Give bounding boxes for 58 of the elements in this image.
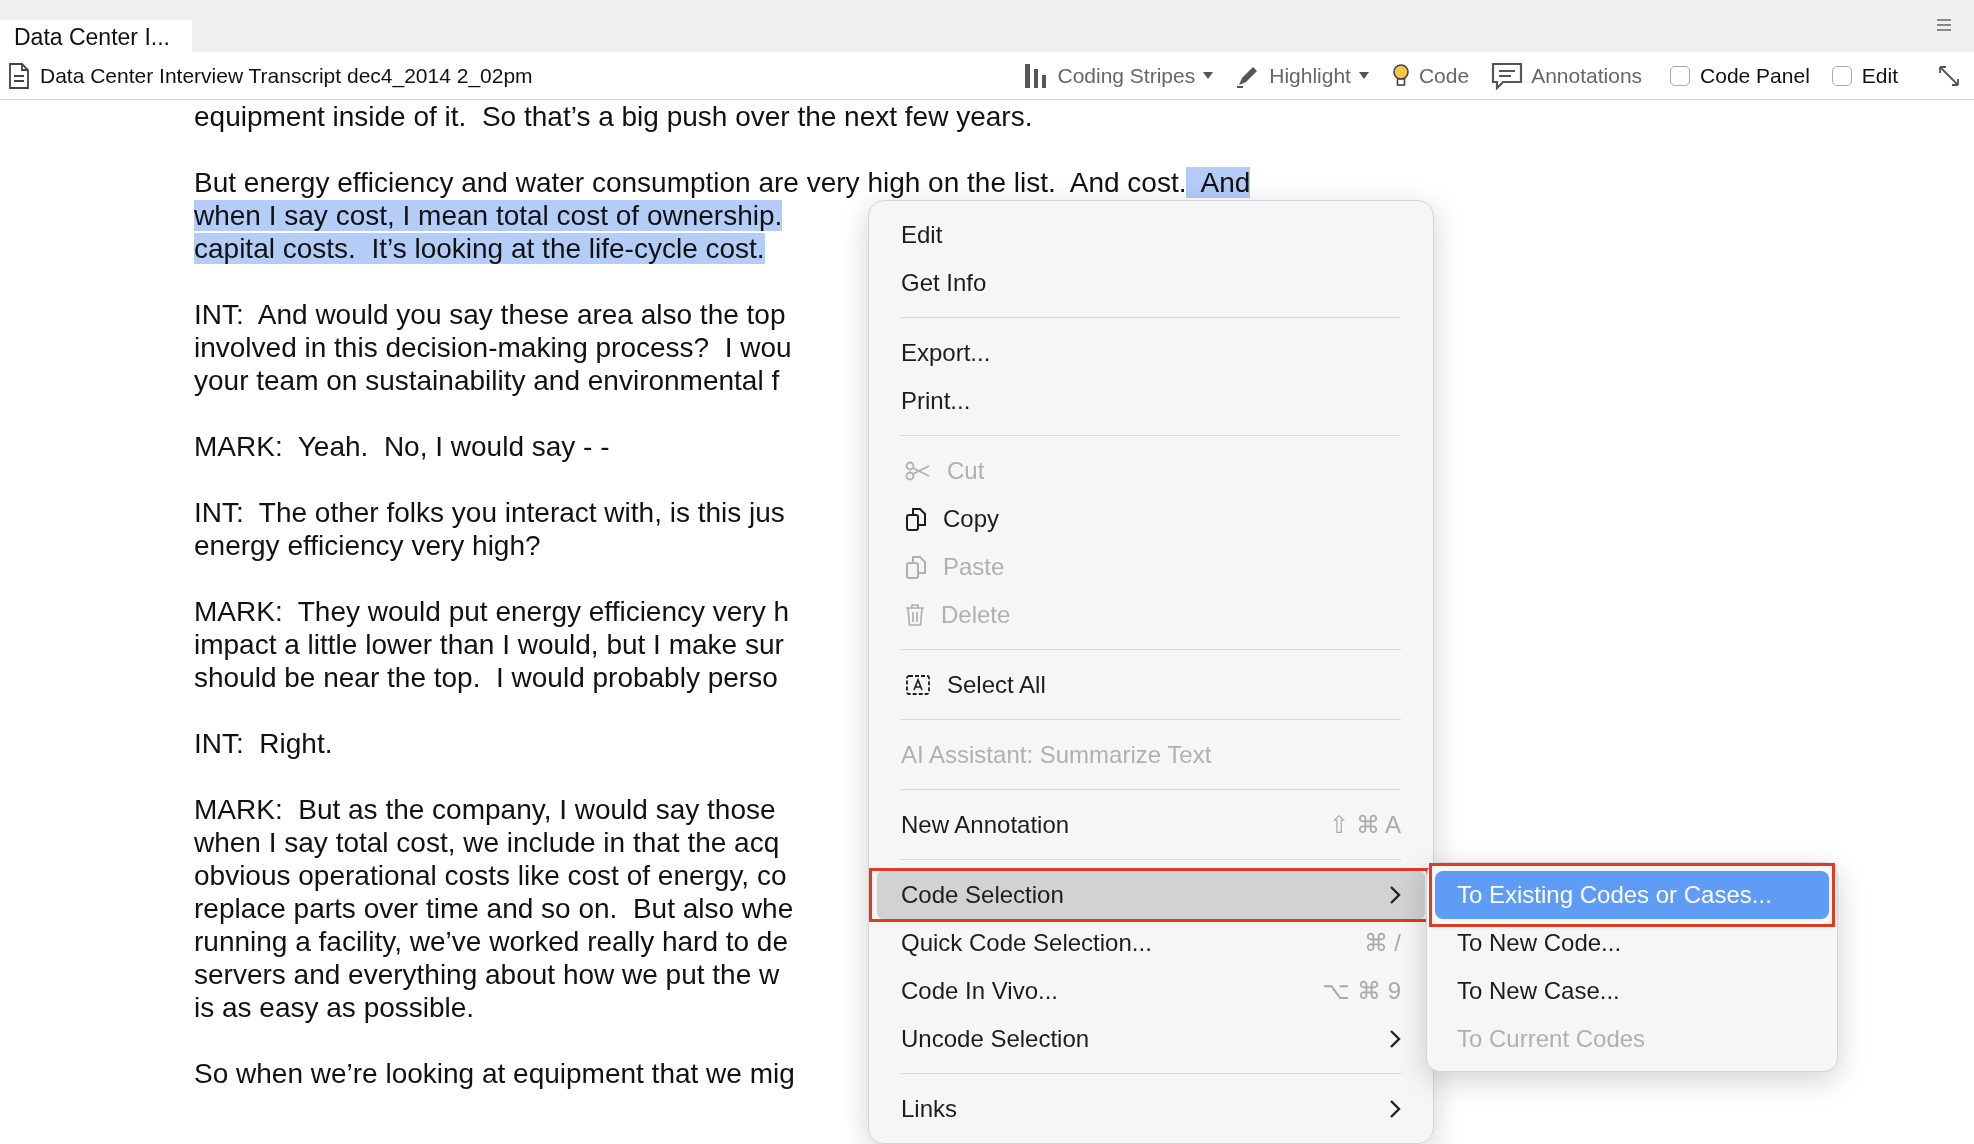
transcript-text: INT: Right. xyxy=(194,728,333,759)
transcript-text: is as easy as possible. xyxy=(194,992,475,1023)
transcript-text: should be near the top. I would probably perso xyxy=(194,662,778,693)
transcript-text: But energy efficiency and water consumption are very high on the list. And cost. xyxy=(194,167,1187,198)
menu-item[interactable]: Get Info xyxy=(877,259,1425,307)
transcript-text: INT: The other folks you interact with, is this jus xyxy=(194,497,785,528)
highlighted-text: when I say cost, I mean total cost of ownership. xyxy=(194,200,783,231)
menu-item[interactable]: Edit xyxy=(877,211,1425,259)
shortcut-text: ⌥ ⌘ 9 xyxy=(1322,977,1401,1005)
select-all-icon xyxy=(905,674,931,696)
transcript-text: MARK: But as the company, I would say those xyxy=(194,794,776,825)
transcript-text: your team on sustainability and environmental f xyxy=(194,365,780,396)
transcript-text: obvious operational costs like cost of energy, co xyxy=(194,860,787,891)
menu-item[interactable]: Export... xyxy=(877,329,1425,377)
toolbar-button[interactable]: Code xyxy=(1384,62,1476,89)
menu-item[interactable]: To New Code... xyxy=(1435,919,1829,967)
transcript-text: running a facility, we’ve worked really hard to de xyxy=(194,926,788,957)
toolbar-button[interactable]: Highlight xyxy=(1229,62,1375,89)
menu-item[interactable]: New Annotation ⇧ ⌘ A xyxy=(877,801,1425,849)
document-title: Data Center Interview Transcript dec4_2014 2_02pm xyxy=(40,63,533,88)
menu-item[interactable]: Select All xyxy=(877,661,1425,709)
shortcut-text: ⇧ ⌘ A xyxy=(1328,811,1401,839)
document-tab[interactable]: Data Center I... xyxy=(0,20,192,52)
expand-icon[interactable] xyxy=(1938,64,1960,87)
menu-item[interactable]: Links xyxy=(877,1085,1425,1133)
menu-item[interactable]: To New Case... xyxy=(1435,967,1829,1015)
transcript-text: servers and everything about how we put the w xyxy=(194,959,780,990)
transcript-text: when I say total cost, we include in that the acq xyxy=(194,827,780,858)
checkbox[interactable]: Code Panel xyxy=(1670,63,1810,88)
shortcut-text: ⌘ / xyxy=(1363,929,1401,957)
toolbar-button[interactable]: Annotations xyxy=(1485,61,1649,90)
trash-icon xyxy=(905,603,925,627)
toolbar-button[interactable]: Coding Stripes xyxy=(1017,61,1220,90)
document-icon xyxy=(8,61,30,90)
comment-icon xyxy=(1491,61,1524,90)
highlighted-text: And xyxy=(1186,167,1251,198)
scissors-icon xyxy=(905,461,931,481)
transcript-text: equipment inside of it. So that’s a big push over the next few years. xyxy=(194,101,1033,132)
checkbox[interactable]: Edit xyxy=(1831,63,1898,88)
transcript-text: MARK: Yeah. No, I would say - - xyxy=(194,431,610,462)
menu-icon[interactable] xyxy=(1936,18,1952,32)
menu-item[interactable]: Code In Vivo... ⌥ ⌘ 9 xyxy=(877,967,1425,1015)
menu-item[interactable]: Uncode Selection xyxy=(877,1015,1425,1063)
transcript-text: impact a little lower than I would, but I make sur xyxy=(194,629,784,660)
transcript-text: MARK: They would put energy efficiency very h xyxy=(194,596,790,627)
copy-icon xyxy=(905,554,927,580)
lightbulb-icon xyxy=(1390,62,1411,89)
transcript-text: involved in this decision-making process? I wou xyxy=(194,332,792,363)
highlighted-text: capital costs. It’s looking at the life-cycle cost. xyxy=(194,233,765,264)
copy-icon xyxy=(905,506,927,532)
transcript-text: So when we’re looking at equipment that we mig xyxy=(194,1058,795,1089)
menu-item[interactable]: Print... xyxy=(877,377,1425,425)
menu-item[interactable]: Code Selection xyxy=(877,871,1425,919)
menu-item[interactable]: Quick Code Selection... ⌘ / xyxy=(877,919,1425,967)
transcript-text: energy efficiency very high? xyxy=(194,530,541,561)
transcript-text: INT: And would you say these area also the top xyxy=(194,299,786,330)
menu-item[interactable]: Copy xyxy=(877,495,1425,543)
transcript-text: replace parts over time and so on. But also whe xyxy=(194,893,794,924)
